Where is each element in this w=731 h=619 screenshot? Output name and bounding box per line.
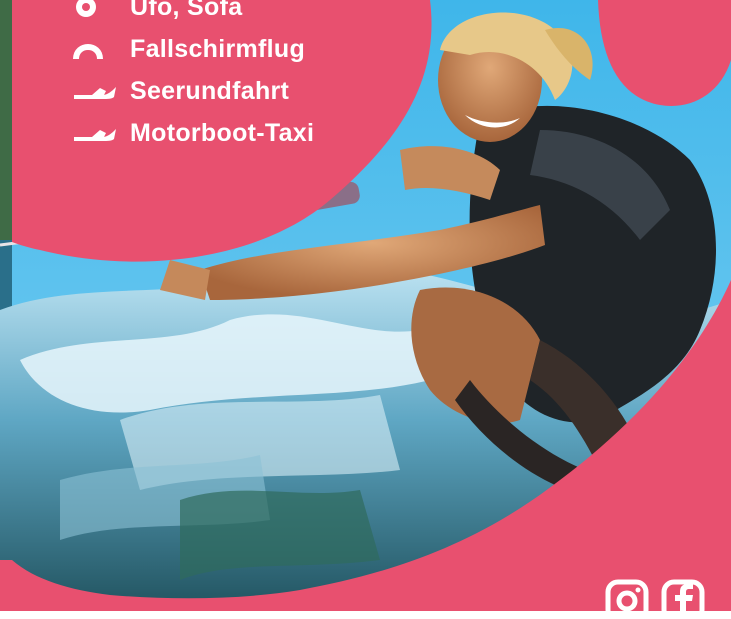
social-links <box>605 579 705 619</box>
service-label: Ufo, Sofa <box>130 0 243 21</box>
instagram-icon[interactable] <box>605 579 649 619</box>
boat-icon <box>74 129 116 141</box>
service-item-ufo: Ufo, Sofa <box>72 0 314 28</box>
service-item-motorboot-taxi: Motorboot-Taxi <box>72 112 314 154</box>
service-item-parachute: Fallschirmflug <box>72 28 314 70</box>
ufo-icon <box>76 0 96 17</box>
boat-icon <box>74 87 116 99</box>
service-label: Motorboot-Taxi <box>130 118 315 147</box>
facebook-icon[interactable] <box>661 579 705 619</box>
service-label: Fallschirmflug <box>130 34 306 63</box>
parachute-icon <box>73 44 103 60</box>
service-item-seerundfahrt: Seerundfahrt <box>72 70 314 112</box>
service-label: Seerundfahrt <box>130 76 290 105</box>
service-list: Ufo, Sofa Fallschirmflug Seerundfahrt Mo… <box>72 0 314 154</box>
